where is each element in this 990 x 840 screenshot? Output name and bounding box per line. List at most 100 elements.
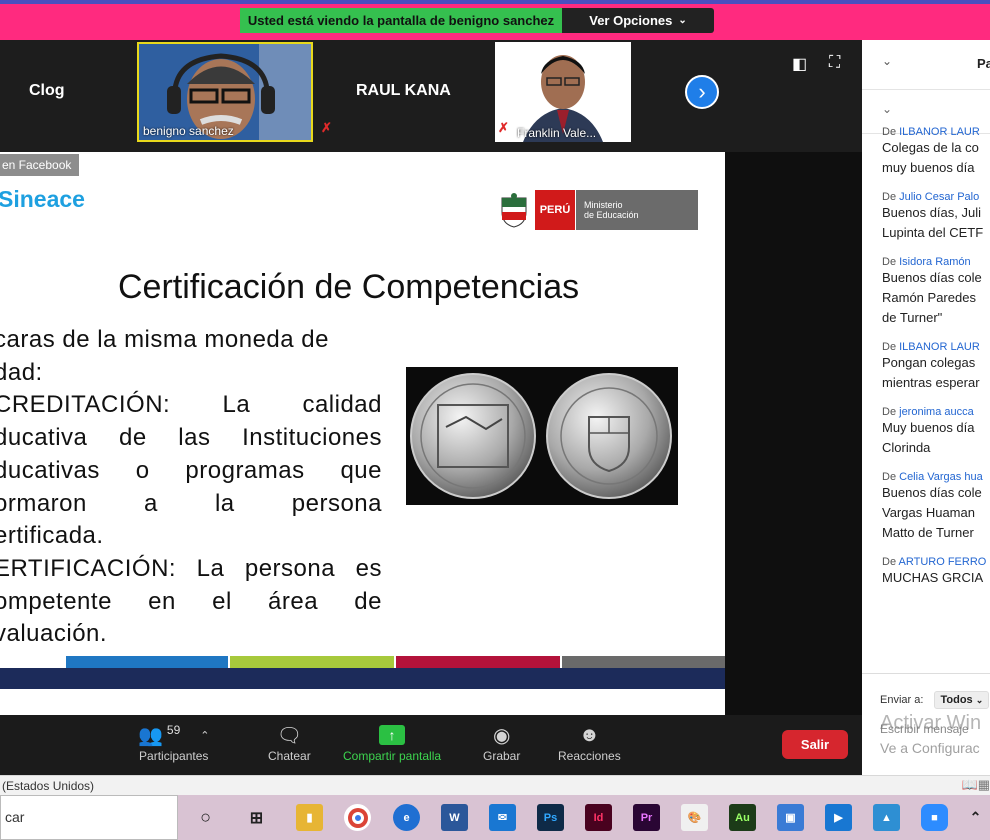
- participants-label: Participantes: [139, 749, 209, 763]
- shared-screen: en Facebook Sineace PERÚ Ministerio de E…: [0, 152, 862, 715]
- top-banner: Usted está viendo la pantalla de benigno…: [0, 0, 990, 40]
- windows-activation-hint: Ve a Configurac: [880, 740, 980, 756]
- language-label: (Estados Unidos): [2, 779, 95, 793]
- leave-button[interactable]: Salir: [782, 730, 848, 759]
- participant-video-franklin[interactable]: Franklin Vale...: [495, 42, 631, 142]
- windows-activation-watermark: Activar Win: [880, 712, 982, 734]
- coin-image: [406, 367, 678, 505]
- chat-message: De ILBANOR LAUR Pongan colegas mientras …: [882, 341, 980, 390]
- share-screen-button[interactable]: ↑ Compartir pantalla: [343, 721, 441, 763]
- chat-messages: De ILBANOR LAUR Colegas de la co muy bue…: [882, 126, 990, 601]
- ministry-line-1: Ministerio: [584, 200, 623, 210]
- participants-button[interactable]: 👥 59 ⌃ Participantes: [138, 721, 209, 763]
- windows-taskbar: car ○ ⊞ ▮ e W ✉ Ps Id Pr 🎨 Au ▣ ▶ ▲ ■ ⌃: [0, 795, 990, 840]
- share-screen-label: Compartir pantalla: [343, 749, 442, 763]
- slide-footer-bar: [0, 668, 725, 689]
- chat-message: De ARTURO FERRO MUCHAS GRCIA: [882, 556, 987, 585]
- chat-icon: 🗨: [276, 724, 303, 747]
- chat-message: De jeronima aucca Muy buenos día Clorind…: [882, 406, 975, 455]
- slide-line: dad:: [0, 358, 43, 386]
- audition-icon[interactable]: Au: [729, 804, 756, 831]
- slide-line: valuación.: [0, 620, 108, 648]
- participant-tile-clog[interactable]: Clog: [29, 82, 65, 100]
- share-screen-icon: ↑: [379, 725, 406, 745]
- sineace-logo: Sineace: [0, 186, 85, 212]
- chevron-up-icon[interactable]: ⌃: [200, 729, 209, 742]
- peru-shield-icon: [501, 193, 527, 228]
- photoshop-icon[interactable]: Ps: [537, 804, 564, 831]
- slide-line: ertificada.: [0, 522, 104, 550]
- sender-name: Isidora Ramón: [899, 256, 971, 268]
- participant-name: Franklin Vale...: [517, 126, 597, 140]
- zoom-app-icon[interactable]: ■: [921, 804, 948, 831]
- slide-body: caras de la misma moneda de dad: CREDITA…: [0, 324, 382, 651]
- chevron-down-icon: ⌄: [975, 695, 984, 705]
- facebook-tag: en Facebook: [0, 154, 80, 176]
- participant-tile-raul[interactable]: RAUL KANA: [356, 82, 451, 100]
- photos-icon[interactable]: ▲: [873, 804, 900, 831]
- mail-icon[interactable]: ✉: [489, 804, 516, 831]
- sender-name: ILBANOR LAUR: [899, 126, 980, 138]
- chevron-down-icon[interactable]: ⌄: [882, 54, 892, 68]
- sender-name: Celia Vargas hua: [899, 471, 983, 483]
- task-view-icon[interactable]: ⊞: [243, 804, 270, 831]
- sender-name: ILBANOR LAUR: [899, 341, 980, 353]
- slide-line: ducativa de las Instituciones: [0, 424, 382, 452]
- chat-button[interactable]: 🗨 Chatear: [268, 721, 311, 764]
- record-icon: ◉: [492, 724, 511, 747]
- media-player-icon[interactable]: ▶: [825, 804, 852, 831]
- reactions-button[interactable]: ☻ Reacciones: [558, 721, 621, 764]
- chat-message: De Isidora Ramón Buenos días cole Ramón …: [882, 256, 982, 325]
- paint-icon[interactable]: 🎨: [681, 804, 708, 831]
- screen-share-app-icon[interactable]: ▣: [777, 804, 804, 831]
- participants-count: 59: [166, 723, 181, 737]
- participants-panel-header: ⌄ Pa: [862, 40, 990, 90]
- indesign-icon[interactable]: Id: [585, 804, 612, 831]
- language-status-bar: (Estados Unidos) 📖▦: [0, 775, 990, 795]
- taskbar-search-input[interactable]: car: [0, 795, 178, 840]
- word-icon[interactable]: W: [441, 804, 468, 831]
- slide-color-bar: [0, 656, 725, 668]
- slide-line: ERTIFICACIÓN: La persona es: [0, 554, 382, 582]
- send-to-label: Enviar a:: [880, 694, 924, 706]
- sender-name: Julio Cesar Palo: [899, 191, 980, 203]
- record-button[interactable]: ◉ Grabar: [483, 721, 521, 764]
- view-options-button[interactable]: Ver Opciones ⌄: [562, 8, 714, 33]
- chrome-icon[interactable]: [344, 804, 371, 831]
- reactions-label: Reacciones: [558, 749, 621, 763]
- edge-icon[interactable]: e: [393, 804, 420, 831]
- chevron-down-icon: ⌄: [678, 15, 687, 26]
- view-layout-icon[interactable]: ◧: [792, 54, 807, 74]
- slide-line: ducativas o programas que: [0, 456, 382, 484]
- mic-muted-icon: ✗: [321, 120, 332, 135]
- ministry-label: Ministerio de Educación: [576, 190, 698, 230]
- sharing-indicator: Usted está viendo la pantalla de benigno…: [240, 8, 562, 33]
- chevron-down-icon[interactable]: ⌄: [882, 102, 892, 116]
- zoom-window: Usted está viendo la pantalla de benigno…: [0, 0, 990, 840]
- book-icon[interactable]: 📖▦: [962, 777, 990, 793]
- smiley-icon: ☻: [578, 723, 600, 746]
- cortana-icon[interactable]: ○: [192, 804, 219, 831]
- premiere-icon[interactable]: Pr: [633, 804, 660, 831]
- chat-compose-area: Enviar a: Todos ⌄ Escribir mensaje Activ…: [862, 673, 990, 775]
- coins-illustration: [406, 367, 678, 505]
- file-explorer-icon[interactable]: ▮: [296, 804, 323, 831]
- sender-name: jeronima aucca: [899, 406, 974, 418]
- fullscreen-icon[interactable]: ⛶: [829, 54, 840, 72]
- chat-label: Chatear: [268, 749, 311, 763]
- panel-title: Pa: [977, 56, 990, 71]
- slide-title: Certificación de Competencias: [118, 268, 580, 306]
- record-label: Grabar: [483, 749, 521, 763]
- chat-message: De Celia Vargas hua Buenos días cole Var…: [882, 471, 983, 540]
- slide-line: CREDITACIÓN: La calidad: [0, 391, 382, 419]
- presentation-slide: en Facebook Sineace PERÚ Ministerio de E…: [0, 152, 725, 715]
- recipient-select[interactable]: Todos ⌄: [934, 691, 990, 709]
- ministry-logo: PERÚ Ministerio de Educación: [498, 190, 700, 230]
- chevron-up-icon[interactable]: ⌃: [962, 804, 989, 831]
- ministry-line-2: de Educación: [584, 210, 639, 220]
- chat-panel: ⌄ Pa ⌄ De ILBANOR LAUR Colegas de la co …: [862, 40, 990, 775]
- participant-video-benigno[interactable]: benigno sanchez 🎤: [137, 42, 313, 142]
- mic-muted-icon: ✗: [498, 120, 509, 135]
- participants-icon: 👥: [138, 724, 163, 747]
- next-participants-button[interactable]: ›: [685, 75, 719, 109]
